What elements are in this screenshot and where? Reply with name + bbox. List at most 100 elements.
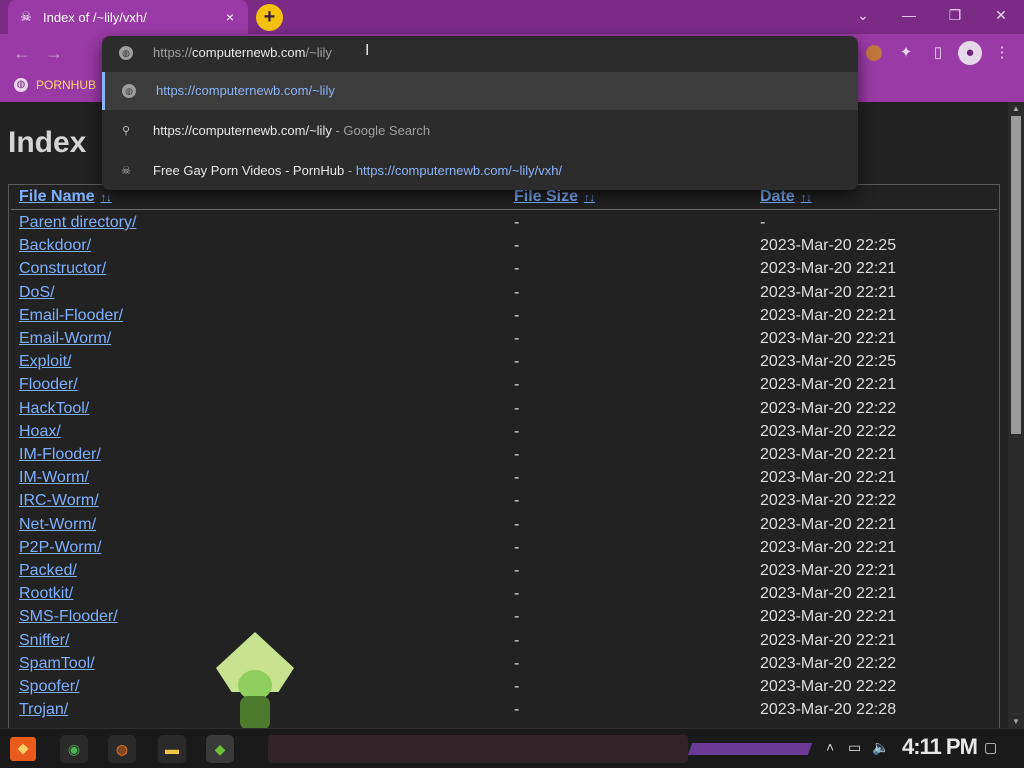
extensions-puzzle-icon[interactable]: ✦ — [894, 41, 918, 65]
file-date: 2023-Mar-20 22:22 — [760, 678, 897, 695]
file-size: - — [514, 422, 520, 440]
suggestion-search[interactable]: ⚲ https://computernewb.com/~lily - Googl… — [102, 112, 858, 150]
table-row: SMS-Flooder/ - 2023-Mar-20 22:21 — [9, 606, 999, 629]
new-tab-button[interactable]: + — [256, 4, 283, 31]
file-link[interactable]: Packed/ — [19, 562, 77, 580]
taskbar-decoration — [268, 735, 688, 763]
address-bar[interactable]: ◍ https://computernewb.com/~lily I — [102, 36, 858, 70]
file-link[interactable]: Rootkit/ — [19, 585, 73, 603]
bookmark-item[interactable]: ◍ PORNHUB — [14, 78, 96, 92]
file-date: 2023-Mar-20 22:22 — [760, 654, 897, 672]
file-explorer-icon[interactable]: ▬ — [158, 735, 186, 763]
column-header-size[interactable]: File Size ↑↓ — [514, 188, 595, 206]
globe-icon: ◍ — [119, 46, 133, 60]
omnibox-dropdown: ◍ https://computernewb.com/~lily I ◍ htt… — [102, 36, 858, 190]
file-size: - — [514, 353, 520, 371]
text-cursor-icon: I — [365, 42, 370, 59]
table-row: IRC-Worm/ - 2023-Mar-20 22:22 — [9, 490, 999, 513]
file-link[interactable]: SpamTool/ — [19, 655, 95, 673]
file-link[interactable]: Parent directory/ — [19, 214, 136, 232]
file-link[interactable]: P2P-Worm/ — [19, 539, 101, 557]
minimize-icon[interactable]: — — [886, 0, 932, 34]
file-size: - — [514, 701, 520, 719]
file-link[interactable]: Trojan/ — [19, 701, 68, 719]
close-window-icon[interactable]: ✕ — [978, 0, 1024, 34]
file-link[interactable]: Hoax/ — [19, 423, 61, 441]
address-input[interactable]: https://computernewb.com/~lily — [153, 45, 332, 60]
file-size: - — [514, 608, 520, 626]
file-size: - — [514, 376, 520, 394]
table-row: Flooder/ - 2023-Mar-20 22:21 — [9, 374, 999, 397]
forward-icon[interactable]: → — [42, 42, 66, 64]
tab-close-icon[interactable]: × — [222, 9, 238, 25]
column-header-date[interactable]: Date ↑↓ — [760, 188, 812, 206]
scroll-down-icon[interactable]: ▼ — [1011, 717, 1021, 726]
suggestion-url[interactable]: ◍ https://computernewb.com/~lily — [102, 72, 858, 110]
file-date: 2023-Mar-20 22:22 — [760, 422, 897, 440]
profile-avatar-icon[interactable]: ● — [958, 41, 982, 65]
file-link[interactable]: Exploit/ — [19, 353, 71, 371]
tab-favicon-icon: ☠ — [20, 9, 32, 24]
sort-arrows-icon: ↑↓ — [100, 192, 112, 204]
globe-icon: ◍ — [122, 84, 136, 98]
file-link[interactable]: Spoofer/ — [19, 678, 79, 696]
file-date: 2023-Mar-20 22:21 — [760, 631, 897, 649]
firefox-icon[interactable]: ◍ — [108, 735, 136, 763]
file-link[interactable]: IM-Flooder/ — [19, 446, 101, 464]
column-header-date-label: Date — [760, 188, 795, 205]
active-tab[interactable]: ☠ Index of /~lily/vxh/ × — [8, 0, 248, 34]
file-date: 2023-Mar-20 22:21 — [760, 306, 897, 324]
scrollbar-thumb[interactable] — [1011, 116, 1021, 434]
file-link[interactable]: SMS-Flooder/ — [19, 608, 118, 626]
file-date: 2023-Mar-20 22:21 — [760, 515, 897, 533]
tray-chevron-icon[interactable]: ˄ — [826, 739, 834, 755]
start-button[interactable]: ❖ — [10, 737, 36, 761]
scroll-up-icon[interactable]: ▲ — [1011, 104, 1021, 113]
table-row: Trojan/ - 2023-Mar-20 22:28 — [9, 699, 999, 722]
file-link[interactable]: HackTool/ — [19, 400, 89, 418]
menu-kebab-icon[interactable]: ⋮ — [990, 41, 1014, 65]
suggestion-text: https://computernewb.com/~lily — [156, 83, 335, 98]
file-date: 2023-Mar-20 22:25 — [760, 353, 897, 371]
taskbar-clock[interactable]: 4:11 PM — [902, 734, 978, 760]
network-icon[interactable]: ▭ — [848, 739, 861, 756]
title-bar: ☠ Index of /~lily/vxh/ × + ⌄ — ❐ ✕ — [0, 0, 1024, 34]
restore-icon[interactable]: ❐ — [932, 0, 978, 34]
file-size: - — [514, 562, 520, 579]
table-row: Email-Worm/ - 2023-Mar-20 22:21 — [9, 328, 999, 351]
side-panel-icon[interactable]: ▯ — [926, 41, 950, 65]
chrome-icon[interactable]: ◉ — [60, 735, 88, 763]
volume-icon[interactable]: 🔈 — [872, 739, 889, 756]
notifications-icon[interactable]: ▢ — [984, 739, 997, 756]
app-icon[interactable]: ◆ — [206, 735, 234, 763]
file-date: 2023-Mar-20 22:21 — [760, 562, 897, 579]
file-link[interactable]: DoS/ — [19, 284, 55, 302]
table-row: HackTool/ - 2023-Mar-20 22:22 — [9, 398, 999, 421]
file-link[interactable]: Email-Flooder/ — [19, 307, 123, 325]
suggestion-text: Free Gay Porn Videos - PornHub - https:/… — [153, 163, 563, 178]
tab-search-icon[interactable]: ⌄ — [840, 0, 886, 34]
page-scrollbar[interactable]: ▲ ▼ — [1008, 102, 1024, 728]
file-link[interactable]: IM-Worm/ — [19, 469, 89, 487]
file-size: - — [514, 306, 520, 324]
table-row: Exploit/ - 2023-Mar-20 22:25 — [9, 351, 999, 374]
file-link[interactable]: Constructor/ — [19, 260, 106, 278]
file-date: 2023-Mar-20 22:22 — [760, 399, 897, 417]
back-icon[interactable]: ← — [10, 42, 34, 64]
file-size: - — [514, 237, 520, 255]
header-divider — [11, 209, 997, 210]
file-link[interactable]: Backdoor/ — [19, 237, 91, 255]
column-header-name[interactable]: File Name ↑↓ — [19, 188, 112, 206]
file-link[interactable]: Sniffer/ — [19, 632, 69, 650]
file-link[interactable]: IRC-Worm/ — [19, 492, 99, 510]
suggestion-history[interactable]: ☠ Free Gay Porn Videos - PornHub - https… — [102, 152, 858, 190]
page-heading: Index — [8, 126, 87, 159]
desktop-mascot — [214, 632, 296, 732]
column-header-name-label: File Name — [19, 188, 95, 205]
file-link[interactable]: Flooder/ — [19, 376, 78, 394]
file-link[interactable]: Net-Worm/ — [19, 516, 96, 534]
file-link[interactable]: Email-Worm/ — [19, 330, 111, 348]
extension-avatar-icon[interactable] — [866, 45, 882, 61]
file-date: 2023-Mar-20 22:21 — [760, 376, 897, 394]
sort-arrows-icon: ↑↓ — [800, 192, 812, 204]
